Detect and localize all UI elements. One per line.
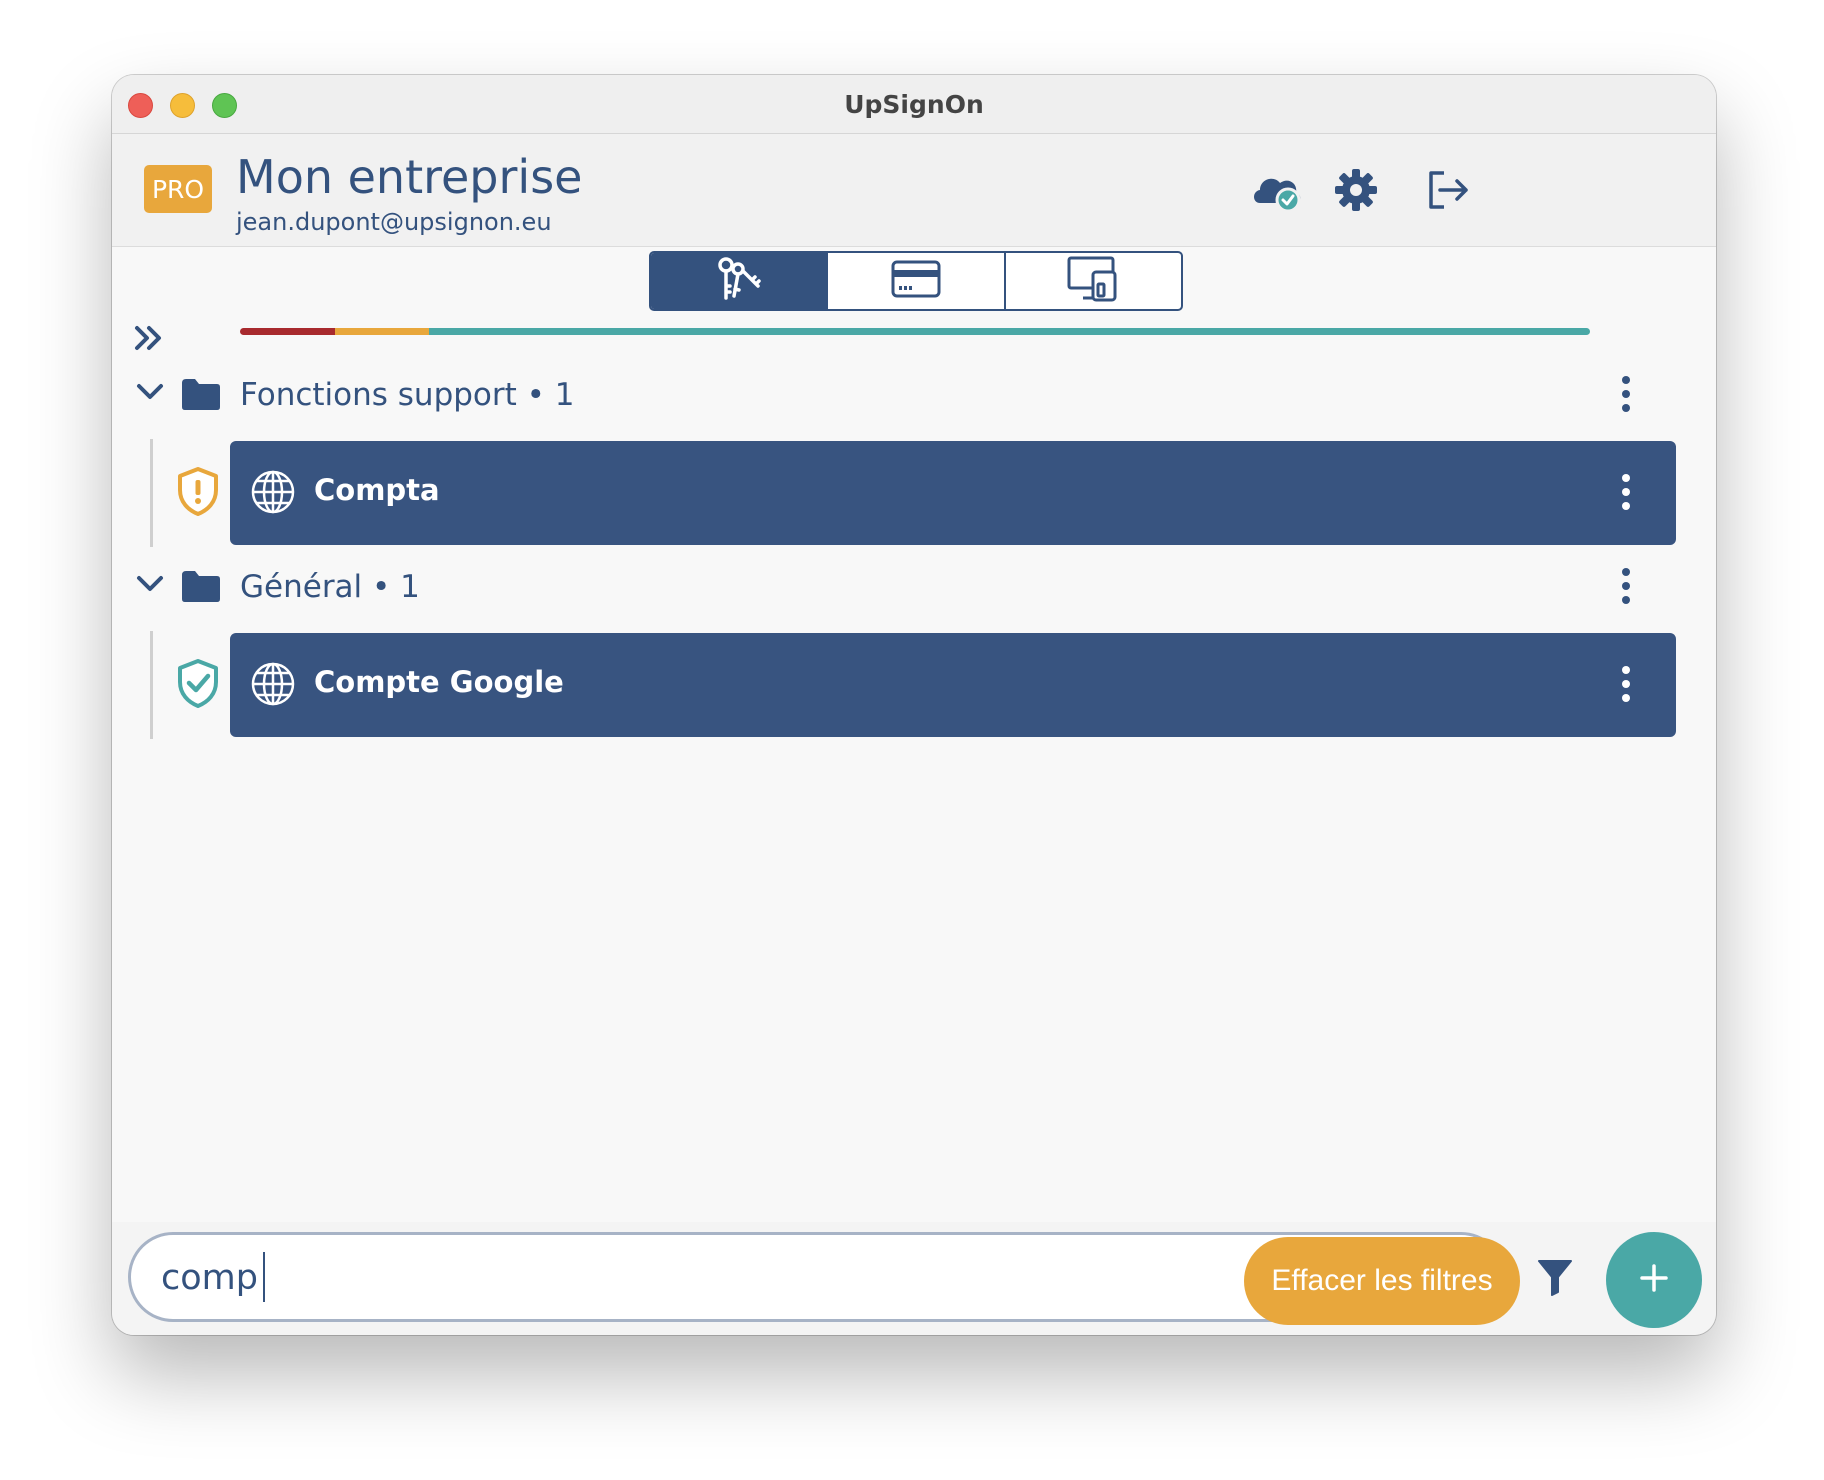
folder-icon bbox=[180, 377, 222, 415]
folder-icon bbox=[180, 569, 222, 607]
credit-card-icon bbox=[891, 260, 941, 302]
minimize-window-button[interactable] bbox=[170, 93, 195, 118]
user-email: jean.dupont@upsignon.eu bbox=[236, 208, 552, 236]
password-strength-bar bbox=[240, 328, 1590, 335]
pro-badge: PRO bbox=[144, 165, 212, 213]
gear-icon[interactable] bbox=[1329, 164, 1383, 216]
tab-passwords[interactable] bbox=[651, 253, 829, 309]
more-vertical-icon[interactable] bbox=[1620, 375, 1632, 417]
folder-row[interactable]: Général • 1 bbox=[112, 557, 1716, 617]
more-vertical-icon[interactable] bbox=[1620, 473, 1632, 515]
logout-icon[interactable] bbox=[1422, 164, 1476, 216]
text-caret bbox=[263, 1252, 265, 1302]
account-name: Compte Google bbox=[314, 665, 564, 699]
keys-icon bbox=[712, 256, 766, 306]
strength-segment-strong bbox=[429, 328, 1590, 335]
section-tabs bbox=[649, 251, 1183, 311]
close-window-button[interactable] bbox=[128, 93, 153, 118]
folder-label: Fonctions support • 1 bbox=[240, 377, 575, 413]
shield-warning-icon bbox=[176, 466, 220, 520]
search-box: Effacer les filtres bbox=[128, 1232, 1520, 1325]
shield-check-icon bbox=[176, 658, 220, 712]
app-header: PRO Mon entreprise jean.dupont@upsignon.… bbox=[112, 134, 1716, 247]
tree-connector bbox=[150, 631, 153, 739]
expand-sidebar-icon[interactable] bbox=[134, 325, 164, 355]
folder-label: Général • 1 bbox=[240, 569, 420, 605]
folder-row[interactable]: Fonctions support • 1 bbox=[112, 365, 1716, 425]
organization-name: Mon entreprise bbox=[236, 150, 583, 204]
globe-icon bbox=[250, 661, 296, 711]
tree-connector bbox=[150, 439, 153, 547]
chevron-down-icon[interactable] bbox=[136, 575, 164, 597]
tab-bank-cards[interactable] bbox=[828, 253, 1006, 309]
app-window: UpSignOn PRO Mon entreprise jean.dupont@… bbox=[112, 75, 1716, 1335]
search-input[interactable] bbox=[159, 1249, 1163, 1307]
zoom-window-button[interactable] bbox=[212, 93, 237, 118]
devices-icon bbox=[1067, 256, 1119, 306]
chevron-down-icon[interactable] bbox=[136, 383, 164, 405]
window-controls bbox=[128, 93, 237, 118]
account-row[interactable]: Compta bbox=[230, 441, 1676, 545]
window-title: UpSignOn bbox=[844, 89, 984, 119]
title-bar: UpSignOn bbox=[112, 75, 1716, 134]
more-vertical-icon[interactable] bbox=[1620, 665, 1632, 707]
account-row[interactable]: Compte Google bbox=[230, 633, 1676, 737]
cloud-sync-icon[interactable] bbox=[1250, 164, 1304, 216]
strength-segment-weak bbox=[240, 328, 335, 335]
tab-devices[interactable] bbox=[1006, 253, 1181, 309]
add-button[interactable] bbox=[1606, 1232, 1702, 1328]
strength-segment-medium bbox=[334, 328, 429, 335]
filter-icon[interactable] bbox=[1537, 1258, 1573, 1300]
more-vertical-icon[interactable] bbox=[1620, 567, 1632, 609]
globe-icon bbox=[250, 469, 296, 519]
account-name: Compta bbox=[314, 473, 440, 507]
clear-filters-button[interactable]: Effacer les filtres bbox=[1244, 1237, 1520, 1325]
plus-icon bbox=[1639, 1263, 1669, 1297]
bottom-bar: Effacer les filtres bbox=[112, 1222, 1716, 1335]
